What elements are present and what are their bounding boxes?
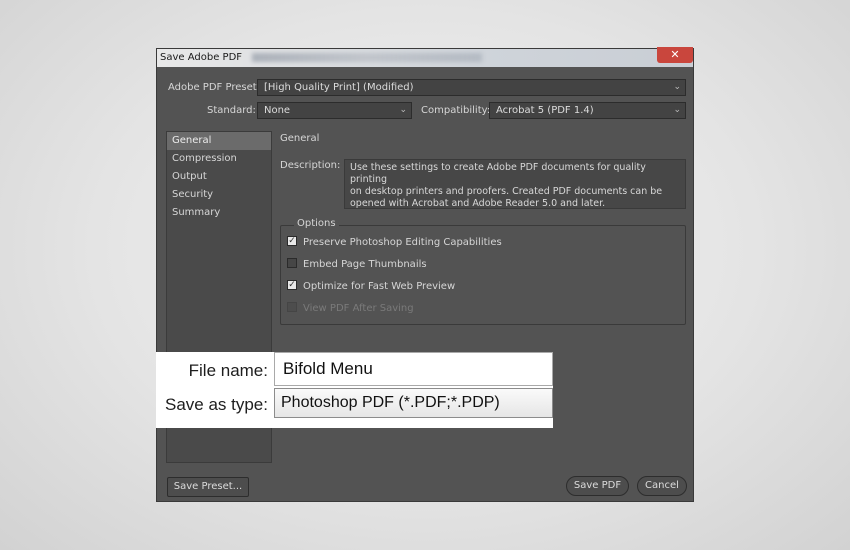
standard-label: Standard: — [207, 105, 256, 116]
option-label: Optimize for Fast Web Preview — [303, 281, 456, 292]
title-bar: Save Adobe PDF — [157, 49, 693, 67]
option-label: View PDF After Saving — [303, 303, 414, 314]
compatibility-value: Acrobat 5 (PDF 1.4) — [496, 105, 594, 116]
checkbox-checked-icon[interactable]: ✓ — [287, 236, 297, 246]
sidebar-item-security[interactable]: Security — [167, 186, 271, 204]
option-label: Embed Page Thumbnails — [303, 259, 427, 270]
description-text: Use these settings to create Adobe PDF d… — [344, 159, 686, 209]
standard-value: None — [264, 105, 291, 116]
option-embed-thumbnails[interactable]: Embed Page Thumbnails — [287, 258, 427, 271]
description-line: opened with Acrobat and Adobe Reader 5.0… — [350, 198, 606, 209]
description-label: Description: — [280, 160, 341, 171]
section-title: General — [280, 133, 320, 144]
save-type-select[interactable]: Photoshop PDF (*.PDF;*.PDP) — [274, 388, 553, 418]
file-save-overlay: File name: Bifold Menu Save as type: Pho… — [156, 352, 553, 428]
blurred-title-region — [252, 53, 482, 62]
preset-dropdown[interactable]: [High Quality Print] (Modified) ⌄ — [257, 79, 686, 96]
save-type-label: Save as type: — [164, 395, 268, 414]
checkbox-unchecked-icon[interactable] — [287, 258, 297, 268]
preset-label: Adobe PDF Preset: — [168, 82, 261, 93]
close-button[interactable]: ✕ — [657, 47, 693, 63]
window-title: Save Adobe PDF — [160, 52, 243, 63]
save-preset-button[interactable]: Save Preset... — [167, 477, 249, 497]
chevron-down-icon: ⌄ — [673, 105, 681, 115]
option-preserve-editing[interactable]: ✓ Preserve Photoshop Editing Capabilities — [287, 236, 502, 249]
checkbox-checked-icon[interactable]: ✓ — [287, 280, 297, 290]
options-legend: Options — [294, 218, 339, 229]
chevron-down-icon: ⌄ — [399, 105, 407, 115]
filename-input[interactable]: Bifold Menu — [274, 352, 553, 386]
save-adobe-pdf-dialog: Save Adobe PDF ✕ Adobe PDF Preset: [High… — [156, 47, 694, 502]
preset-value: [High Quality Print] (Modified) — [264, 82, 414, 93]
cancel-button[interactable]: Cancel — [637, 476, 687, 496]
description-line: on desktop printers and proofers. Create… — [350, 186, 663, 197]
option-view-after-saving: View PDF After Saving — [287, 302, 414, 315]
compatibility-label: Compatibility: — [421, 105, 491, 116]
sidebar-item-output[interactable]: Output — [167, 168, 271, 186]
option-label: Preserve Photoshop Editing Capabilities — [303, 237, 502, 248]
compatibility-dropdown[interactable]: Acrobat 5 (PDF 1.4) ⌄ — [489, 102, 686, 119]
sidebar-item-summary[interactable]: Summary — [167, 204, 271, 222]
checkbox-disabled-icon — [287, 302, 297, 312]
option-fast-web-preview[interactable]: ✓ Optimize for Fast Web Preview — [287, 280, 456, 293]
chevron-down-icon: ⌄ — [673, 82, 681, 92]
sidebar-item-compression[interactable]: Compression — [167, 150, 271, 168]
filename-label: File name: — [188, 361, 268, 380]
description-line: Use these settings to create Adobe PDF d… — [350, 162, 646, 185]
sidebar-item-general[interactable]: General — [167, 132, 271, 150]
standard-dropdown[interactable]: None ⌄ — [257, 102, 412, 119]
save-pdf-button[interactable]: Save PDF — [566, 476, 629, 496]
